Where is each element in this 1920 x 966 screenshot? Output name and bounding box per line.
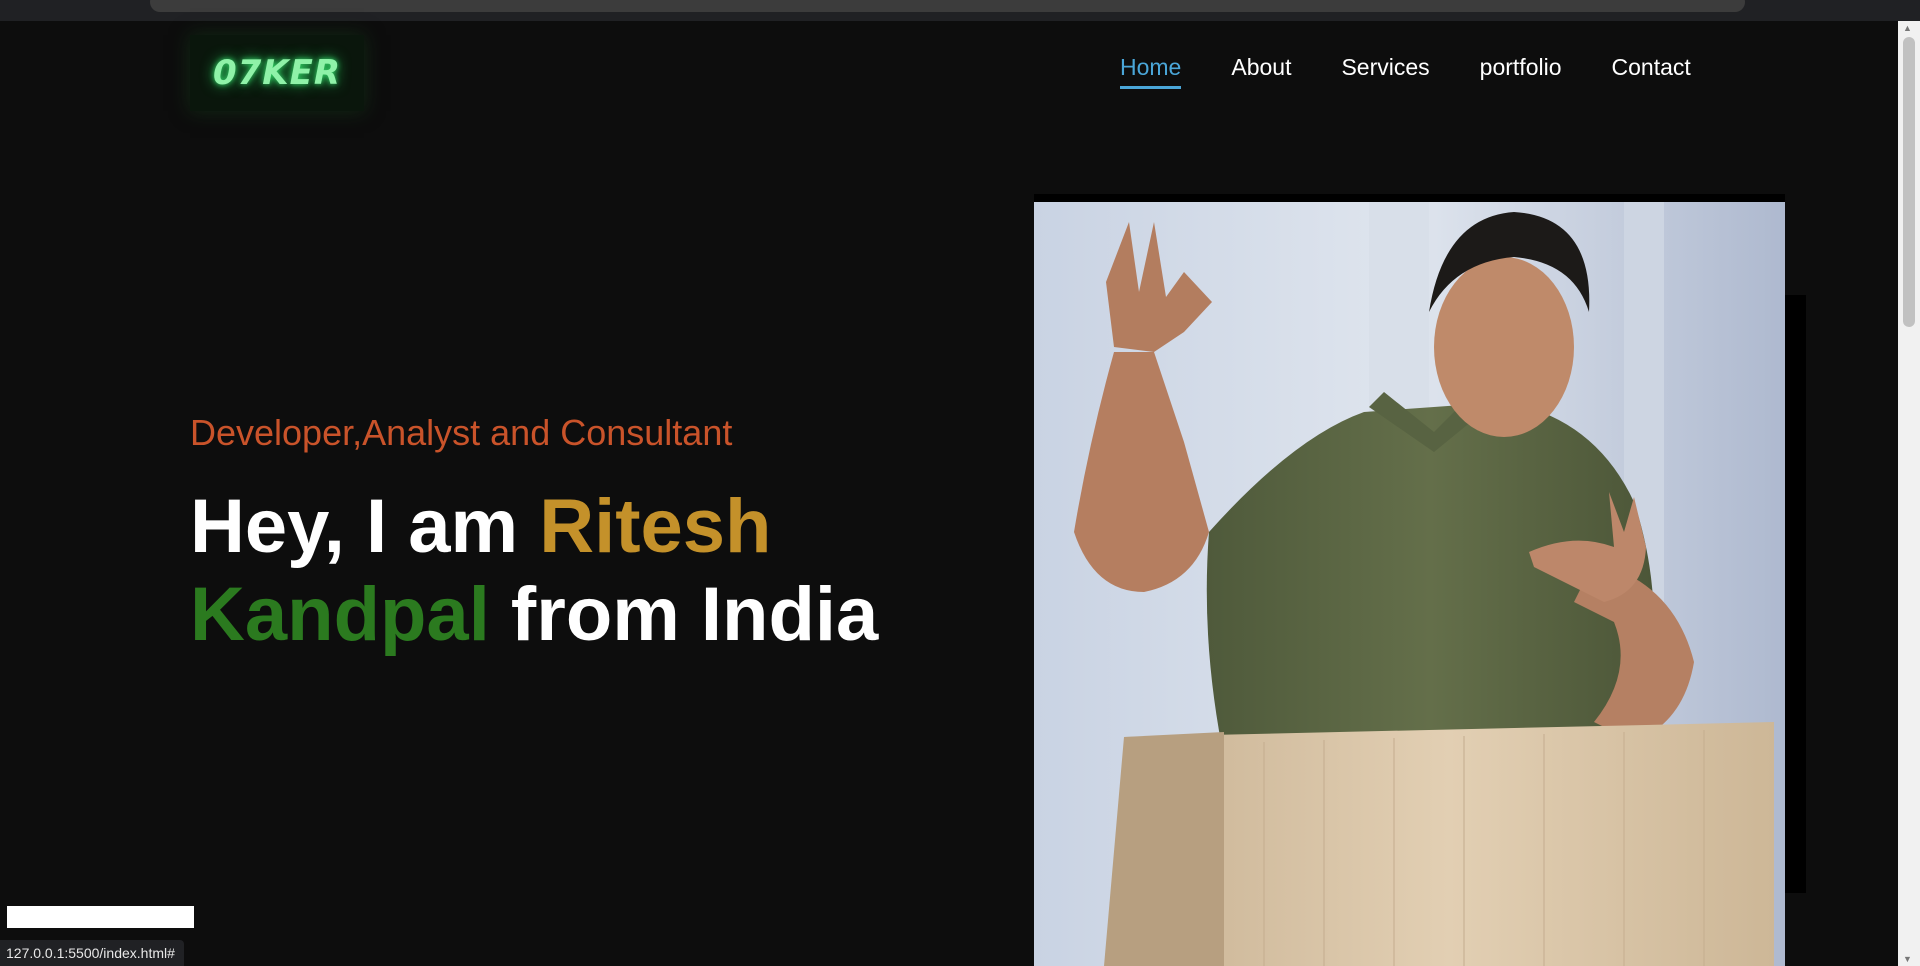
- scroll-up-icon[interactable]: ▲: [1903, 23, 1912, 33]
- logo[interactable]: 07KER: [190, 35, 364, 111]
- logo-text: 07KER: [212, 53, 342, 93]
- nav-link-home[interactable]: Home: [1120, 54, 1182, 89]
- overlay-box: [7, 906, 194, 928]
- profile-photo: [1034, 194, 1785, 966]
- main-nav: Home About Services portfolio Contact: [1120, 54, 1741, 89]
- nav-link-contact[interactable]: Contact: [1612, 54, 1691, 89]
- nav-link-about[interactable]: About: [1231, 54, 1291, 89]
- status-bar-url: 127.0.0.1:5500/index.html#: [0, 940, 184, 966]
- hero-name-last: Kandpal: [190, 572, 490, 657]
- page-scrollbar[interactable]: ▲ ▼: [1898, 21, 1920, 966]
- scroll-down-icon[interactable]: ▼: [1903, 954, 1912, 964]
- nav-link-portfolio[interactable]: portfolio: [1480, 54, 1562, 89]
- browser-top-strip: [0, 0, 1920, 21]
- hero-name-first: Ritesh: [539, 484, 772, 569]
- hero-headline: Hey, I am Ritesh Kandpal from India: [190, 483, 950, 659]
- page: 07KER Home About Services portfolio Cont…: [0, 21, 1898, 966]
- hero-tagline: Developer,Analyst and Consultant: [190, 412, 733, 453]
- hero-suffix: from India: [489, 572, 879, 657]
- profile-photo-illustration: [1034, 202, 1785, 966]
- hero-greeting: Hey, I am: [190, 484, 540, 569]
- browser-address-bar[interactable]: [150, 0, 1745, 12]
- scrollbar-thumb[interactable]: [1903, 37, 1915, 327]
- nav-link-services[interactable]: Services: [1341, 54, 1429, 89]
